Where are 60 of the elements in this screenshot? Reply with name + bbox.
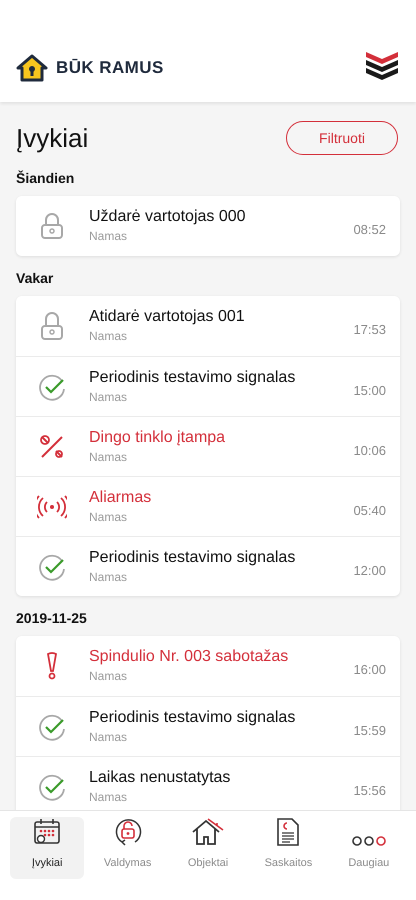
event-location: Namas: [89, 668, 128, 685]
event-time: 15:00: [353, 382, 386, 400]
event-title: Atidarė vartotojas 001: [89, 307, 246, 327]
event-location: Namas: [89, 788, 128, 806]
lock-icon: [40, 212, 64, 240]
check-circle-icon: [38, 712, 66, 740]
nav-tab[interactable]: Daugiau: [332, 817, 406, 879]
section-heading: Vakar: [16, 269, 54, 288]
section-heading: 2019-11-25: [16, 609, 88, 628]
event-title: Aliarmas: [89, 488, 152, 508]
event-row[interactable]: Periodinis testavimo signalas Namas 15:59: [16, 696, 400, 756]
lock-icon: [40, 311, 64, 341]
event-time: 17:53: [353, 321, 386, 340]
event-title: Laikas nenustatytas: [89, 768, 232, 788]
event-location: Namas: [89, 728, 128, 746]
event-row[interactable]: Aliarmas Namas 05:40: [16, 476, 400, 536]
event-row[interactable]: Periodinis testavimo signalas Namas 12:00: [16, 536, 400, 596]
document-icon: [276, 816, 300, 846]
event-row[interactable]: Spindulio Nr. 003 sabotažas Namas 16:00: [16, 636, 400, 696]
nav-tab[interactable]: Įvykiai: [10, 817, 84, 879]
event-title: Periodinis testavimo signalas: [89, 708, 296, 728]
event-row[interactable]: Periodinis testavimo signalas Namas 15:00: [16, 356, 400, 416]
chevrons-icon[interactable]: [364, 50, 400, 82]
house-icon: [191, 816, 226, 846]
event-title: Dingo tinklo įtampa: [89, 428, 226, 448]
event-title: Spindulio Nr. 003 sabotažas: [89, 647, 290, 667]
page-title: Įvykiai: [16, 122, 88, 154]
event-row[interactable]: Uždarė vartotojas 000 Namas 08:52: [16, 196, 400, 256]
event-location: Namas: [89, 328, 128, 345]
event-row[interactable]: Atidarė vartotojas 001 Namas 17:53: [16, 296, 400, 356]
alarm-icon: [37, 494, 67, 518]
nav-tab[interactable]: Objektai: [170, 817, 246, 879]
check-circle-icon: [38, 772, 66, 800]
event-time: 05:40: [353, 502, 386, 520]
more-icon: [352, 834, 386, 846]
event-time: 15:59: [353, 722, 386, 740]
logo-icon: [16, 54, 48, 82]
event-row[interactable]: Dingo tinklo įtampa Namas 10:06: [16, 416, 400, 476]
event-time: 08:52: [353, 221, 386, 240]
event-location: Namas: [89, 228, 128, 245]
event-time: 10:06: [353, 442, 386, 460]
exclamation-icon: [45, 652, 59, 680]
brand-name: BŪK RAMUS: [56, 57, 164, 80]
event-title: Uždarė vartotojas 000: [89, 207, 247, 227]
event-title: Periodinis testavimo signalas: [89, 368, 296, 388]
check-circle-icon: [38, 552, 66, 580]
nav-tab[interactable]: Saskaitos: [251, 817, 326, 879]
calendar-icon: [32, 816, 62, 846]
event-location: Namas: [89, 508, 128, 526]
event-location: Namas: [89, 388, 128, 406]
event-location: Namas: [89, 448, 128, 466]
event-time: 16:00: [353, 661, 386, 680]
nav-tab[interactable]: Valdymas: [90, 817, 165, 879]
event-time: 12:00: [353, 562, 386, 580]
check-circle-icon: [38, 372, 66, 400]
event-time: 15:56: [353, 782, 386, 800]
filter-button[interactable]: Filtruoti: [286, 121, 398, 155]
section-heading: Šiandien: [16, 169, 76, 188]
event-location: Namas: [89, 568, 128, 586]
event-title: Periodinis testavimo signalas: [89, 548, 296, 568]
